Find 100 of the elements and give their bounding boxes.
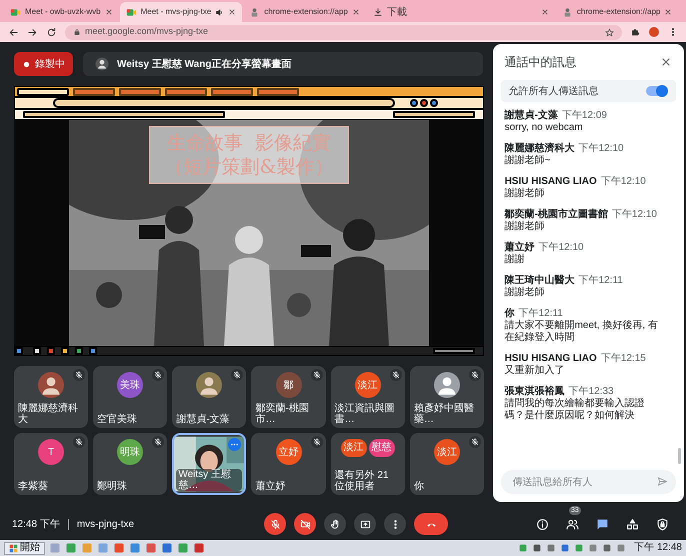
tray-icon[interactable] xyxy=(560,543,570,553)
tray-icon[interactable] xyxy=(616,543,626,553)
message-text: 謝謝老師 xyxy=(504,221,546,233)
message-text: 請問我的每次繪輸都要輸入認證碼？是什麼原因呢？如何解決 xyxy=(504,398,646,422)
windows-logo-icon xyxy=(9,544,18,552)
app-icon[interactable] xyxy=(193,542,205,554)
app-icon[interactable] xyxy=(145,542,157,554)
app-icon[interactable] xyxy=(113,542,125,554)
participant-tile[interactable]: 鄒 鄒奕蘭-桃園市… xyxy=(251,366,326,428)
avatar: 淡江 xyxy=(340,439,367,457)
sender-name: HSIU HISANG LIAO xyxy=(504,176,597,188)
sender-name: HSIU HISANG LIAO xyxy=(504,353,597,364)
camera-off-icon xyxy=(300,518,310,530)
message-time: 下午12:10 xyxy=(538,242,584,254)
info-icon xyxy=(536,518,548,530)
present-button[interactable] xyxy=(354,513,376,535)
participant-tile[interactable]: 淡江 慰慈 還有另外 21 位使用者 xyxy=(330,433,405,495)
message-time: 下午12:09 xyxy=(562,110,607,122)
meet-logo-icon xyxy=(126,6,137,18)
message-text: 謝謝老師~ xyxy=(504,155,552,167)
sender-name: 蕭立妤 xyxy=(504,242,535,254)
sender-name: 你 xyxy=(504,308,515,320)
close-icon[interactable] xyxy=(540,8,549,16)
chat-title: 通話中的訊息 xyxy=(504,54,577,71)
participant-name: 鄭明珠 xyxy=(96,481,128,492)
avatar-icon xyxy=(95,57,109,71)
address-field[interactable]: meet.google.com/mvs-pjng-txe xyxy=(65,24,622,40)
forward-icon[interactable] xyxy=(27,26,38,38)
app-icon[interactable] xyxy=(161,542,173,554)
recording-button[interactable]: 錄製中 xyxy=(14,52,73,76)
camera-off-button[interactable] xyxy=(294,513,316,535)
activities-button[interactable] xyxy=(624,516,640,532)
participant-tile[interactable]: 淡江 你 xyxy=(410,433,484,495)
participant-tile[interactable]: 明珠 鄭明珠 xyxy=(93,433,168,495)
message-time: 下午12:11 xyxy=(518,308,563,320)
message-text: 謝謝 xyxy=(504,254,526,266)
message-input[interactable]: 傳送訊息給所有人 xyxy=(500,470,676,494)
avatar: 明珠 xyxy=(117,439,144,465)
participant-name: 謝慧貞-文藻 xyxy=(175,414,231,425)
leave-call-button[interactable] xyxy=(414,513,448,535)
scrollbar xyxy=(678,448,681,464)
message-time: 下午12:11 xyxy=(578,275,623,287)
close-icon[interactable] xyxy=(664,8,672,16)
participant-name: Weitsy 王慰慈… xyxy=(176,469,242,491)
close-icon[interactable] xyxy=(660,56,672,68)
avatar: 淡江 xyxy=(354,372,381,398)
avatar-icon[interactable] xyxy=(648,26,660,38)
avatar: 立妤 xyxy=(276,439,302,465)
participant-tile[interactable]: Weitsy 王慰慈… xyxy=(172,433,246,495)
participant-tile[interactable]: 陳麗娜慈濟科大 xyxy=(14,366,88,428)
start-button[interactable]: 開始 xyxy=(4,542,45,554)
tray-icon[interactable] xyxy=(588,543,598,553)
people-icon xyxy=(566,518,578,530)
present-screen-icon xyxy=(360,518,370,530)
tray-icon[interactable] xyxy=(602,543,612,553)
participant-name: 李紫葵 xyxy=(17,481,49,492)
tray-icon[interactable] xyxy=(546,543,556,553)
participant-name: 陳麗娜慈濟科大 xyxy=(17,403,79,425)
info-button[interactable] xyxy=(534,516,550,532)
extensions-icon[interactable] xyxy=(630,27,640,37)
star-icon[interactable] xyxy=(605,28,614,36)
sender-name: 張東淇張裕鳳 xyxy=(504,386,565,398)
mic-off-icon xyxy=(270,518,280,530)
raise-hand-button[interactable] xyxy=(324,513,346,535)
back-icon[interactable] xyxy=(8,26,19,38)
app-icon[interactable] xyxy=(129,542,141,554)
avatar: T xyxy=(38,439,64,465)
message-time: 下午12:10 xyxy=(600,176,646,188)
avatar: 淡江 xyxy=(434,439,460,465)
participant-name: 鄒奕蘭-桃園市… xyxy=(254,403,310,425)
participant-tile[interactable]: 謝慧貞-文藻 xyxy=(172,366,246,428)
message-time: 下午12:10 xyxy=(578,143,624,155)
close-icon[interactable] xyxy=(104,8,113,16)
more-options-button[interactable] xyxy=(384,513,406,535)
participant-tile[interactable]: 賴彥妤中國醫藥… xyxy=(410,366,484,428)
message-text: 請大家不要離開meet, 換好後再, 有在紀錄登入時間 xyxy=(504,320,659,344)
message-time: 下午12:10 xyxy=(612,209,657,221)
browser-tab[interactable]: Meet - mvs-pjng-txe xyxy=(120,2,242,22)
activities-icon xyxy=(626,518,638,530)
participant-name: 賴彥妤中國醫藥… xyxy=(412,403,475,425)
close-icon[interactable] xyxy=(228,8,236,16)
mic-off-button[interactable] xyxy=(264,513,286,535)
participant-tile[interactable]: 立妤 蕭立妤 xyxy=(251,433,326,495)
meeting-time: 12:48 下午 xyxy=(12,518,60,532)
message-text: 謝謝老師 xyxy=(504,287,546,299)
message-text: 又重新加入了 xyxy=(504,365,566,377)
message-time: 下午12:15 xyxy=(600,353,646,365)
participant-name: 蕭立妤 xyxy=(254,481,286,492)
close-icon[interactable] xyxy=(352,8,360,16)
message-time: 下午12:33 xyxy=(568,386,614,398)
participant-tile[interactable]: 美珠 空官美珠 xyxy=(93,366,168,428)
participant-tile[interactable]: 淡江 淡江資訊與圖書… xyxy=(330,366,405,428)
message-text: sorry, no webcam xyxy=(504,122,584,134)
lock-icon xyxy=(73,28,81,36)
participant-name: 還有另外 21 位使用者 xyxy=(334,470,390,492)
meet-logo-icon xyxy=(10,6,21,18)
toggle-label: 允許所有人傳送訊息 xyxy=(508,84,599,98)
toggle-switch[interactable] xyxy=(646,86,668,96)
tray-icon[interactable] xyxy=(532,543,542,553)
reload-icon[interactable] xyxy=(46,26,57,38)
